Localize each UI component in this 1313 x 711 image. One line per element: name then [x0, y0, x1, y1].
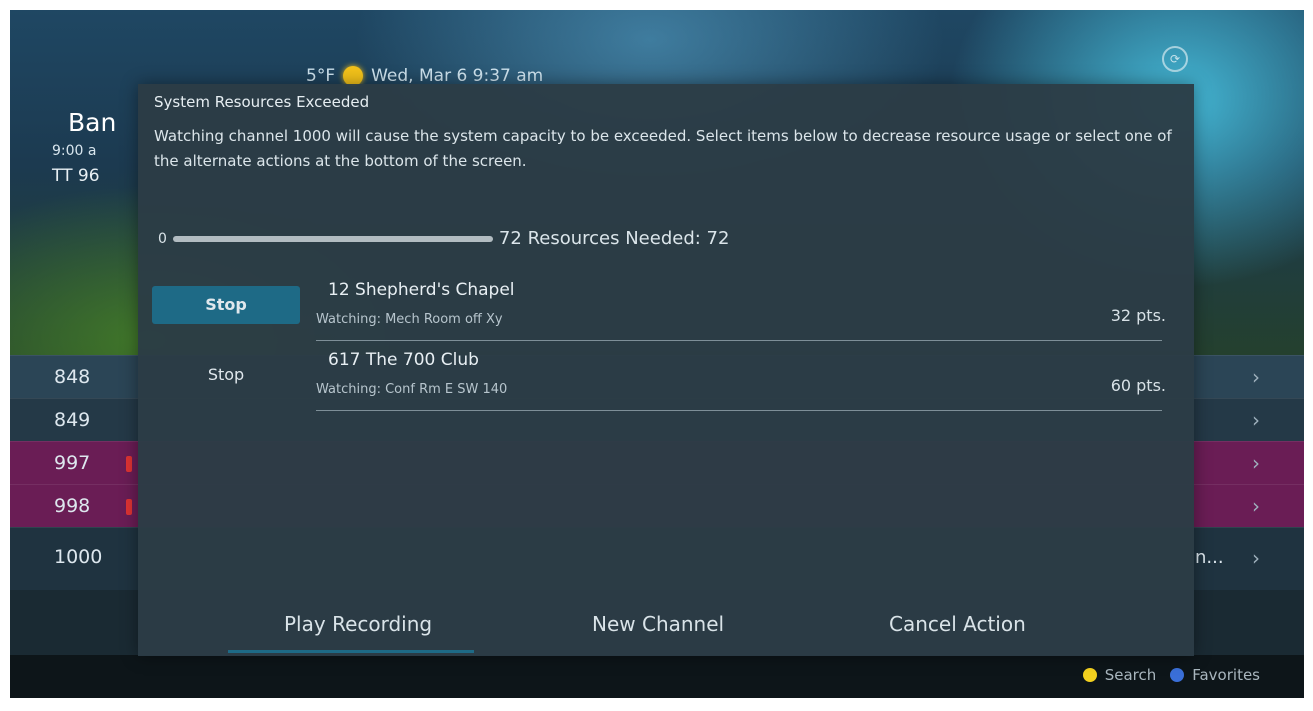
divider	[316, 410, 1162, 411]
program-time: 9:00 a	[52, 143, 97, 159]
recording-icon	[126, 456, 132, 472]
item-points: 60 pts.	[1110, 376, 1166, 395]
channel-number: 997	[54, 452, 91, 474]
recording-icon	[126, 499, 132, 515]
tv-guide-screen: 5°F Wed, Mar 6 9:37 am ⟳ Ban 9:00 a TT 9…	[10, 10, 1304, 698]
stop-button[interactable]: Stop	[152, 286, 300, 324]
temperature: 5°F	[306, 66, 336, 86]
item-subtitle: Watching: Conf Rm E SW 140	[316, 382, 508, 397]
resource-max: 72	[498, 228, 522, 249]
program-code: TT 96	[52, 166, 100, 186]
new-channel-button[interactable]: New Channel	[592, 612, 724, 636]
status-line: 5°F Wed, Mar 6 9:37 am	[306, 66, 543, 86]
item-points: 32 pts.	[1110, 306, 1166, 325]
bottom-hint-bar: Search Favorites	[10, 655, 1304, 698]
info-icon[interactable]: ⟳	[1162, 46, 1188, 72]
dialog-actions: Play Recording New Channel Cancel Action	[138, 596, 1194, 656]
cancel-action-button[interactable]: Cancel Action	[889, 612, 1026, 636]
program-name-truncated: n...	[1195, 547, 1224, 568]
focus-underline	[228, 650, 474, 653]
channel-number: 998	[54, 495, 91, 517]
resource-bar-fill	[172, 235, 493, 242]
chevron-right-icon: ›	[1252, 494, 1260, 518]
chevron-right-icon: ›	[1252, 365, 1260, 389]
chevron-right-icon: ›	[1252, 408, 1260, 432]
resource-meter: 0 72 Resources Needed: 72	[158, 228, 729, 249]
yellow-button-icon	[1082, 668, 1097, 682]
resource-bar	[172, 235, 493, 242]
channel-number: 849	[54, 409, 91, 431]
sun-icon	[343, 66, 364, 86]
chevron-right-icon: ›	[1252, 451, 1260, 475]
chevron-right-icon: ›	[1252, 546, 1260, 570]
program-title: Ban	[68, 108, 117, 137]
datetime: Wed, Mar 6 9:37 am	[371, 66, 544, 86]
divider	[316, 340, 1162, 341]
play-recording-button[interactable]: Play Recording	[284, 612, 432, 636]
stop-button[interactable]: Stop	[152, 356, 300, 394]
resource-item: Stop 12 Shepherd's Chapel Watching: Mech…	[152, 280, 1176, 350]
item-title: 12 Shepherd's Chapel	[328, 280, 515, 300]
channel-number: 848	[54, 366, 91, 388]
favorites-hint[interactable]: Favorites	[1192, 666, 1260, 684]
item-subtitle: Watching: Mech Room off Xy	[316, 312, 503, 327]
blue-button-icon	[1170, 668, 1185, 682]
resource-item: Stop 617 The 700 Club Watching: Conf Rm …	[152, 350, 1176, 420]
resources-dialog: System Resources Exceeded Watching chann…	[138, 84, 1194, 656]
resource-min: 0	[158, 230, 167, 247]
item-title: 617 The 700 Club	[328, 350, 479, 370]
dialog-message: Watching channel 1000 will cause the sys…	[154, 127, 1172, 170]
dialog-title: System Resources Exceeded	[154, 93, 370, 111]
channel-number: 1000	[54, 546, 103, 568]
resource-needed: Resources Needed: 72	[527, 228, 730, 249]
search-hint[interactable]: Search	[1105, 666, 1157, 684]
